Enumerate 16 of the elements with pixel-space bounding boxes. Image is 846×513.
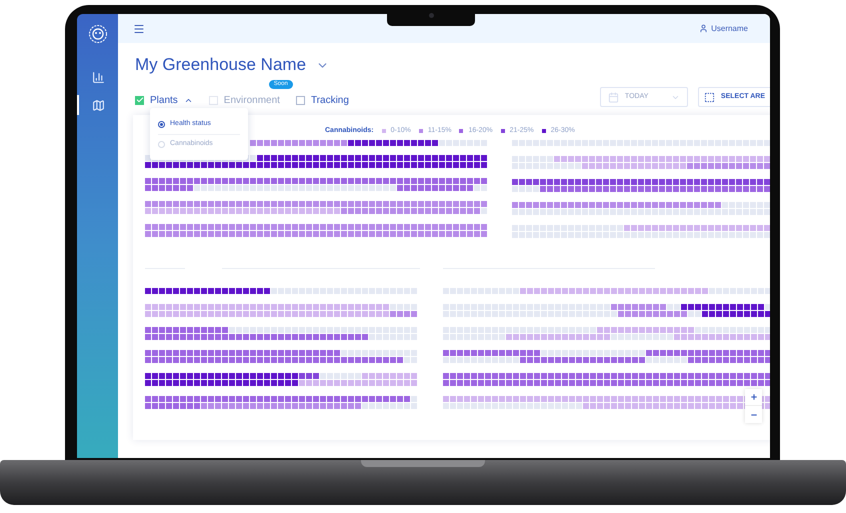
plus-icon: [750, 393, 758, 401]
map-icon: [92, 98, 105, 112]
calendar-icon: [608, 92, 619, 102]
radio-button[interactable]: [158, 120, 165, 128]
layer-checkbox[interactable]: [296, 96, 305, 104]
layer-label[interactable]: Tracking: [310, 92, 349, 108]
chart-icon: [92, 70, 105, 84]
camera-icon: [428, 13, 434, 18]
user-menu[interactable]: Username: [699, 22, 748, 34]
menu-icon[interactable]: [133, 22, 145, 34]
layer-checkbox[interactable]: [135, 96, 144, 104]
greenhouse-title: My Greenhouse Name: [135, 54, 306, 76]
logo-icon: [88, 24, 108, 44]
user-icon: [699, 24, 708, 33]
select-area-icon: [704, 92, 715, 102]
layer-label[interactable]: Plants: [150, 92, 178, 108]
